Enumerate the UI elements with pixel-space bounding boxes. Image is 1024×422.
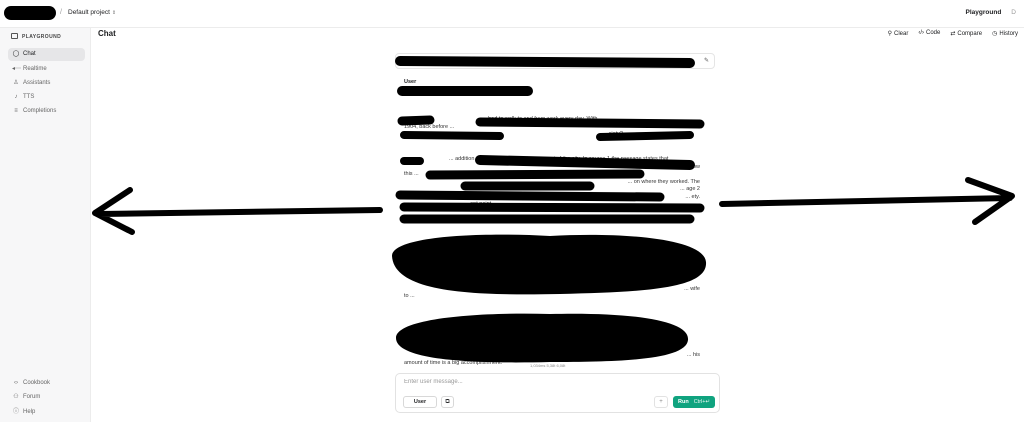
top-right-nav: Playground D bbox=[966, 9, 1016, 16]
sidebar-item-help[interactable]: ⓘ Help bbox=[8, 406, 85, 419]
sidebar-item-label: TTS bbox=[23, 94, 35, 100]
compare-icon: ⇄ bbox=[950, 31, 956, 37]
redacted-org-name[interactable] bbox=[4, 6, 56, 20]
text-fragment: 1904, back before ... bbox=[404, 123, 455, 130]
sidebar-item-label: Chat bbox=[23, 51, 36, 57]
sidebar: PLAYGROUND ◯ Chat ◂⋯ Realtime ♙ Assistants … bbox=[0, 28, 91, 422]
token-usage: 1,034ms 5,38t 6,08t bbox=[530, 363, 566, 368]
attach-icon: ⧉ bbox=[445, 399, 450, 405]
compare-label: Compare bbox=[957, 31, 983, 37]
message-composer: User ⧉ + Run Ctrl+↵ bbox=[395, 373, 720, 413]
sidebar-item-label: Cookbook bbox=[23, 380, 51, 386]
system-instructions-box[interactable]: ✎ bbox=[395, 53, 715, 69]
run-button[interactable]: Run Ctrl+↵ bbox=[673, 396, 715, 408]
top-bar: / Default project ⇕ Playground D bbox=[0, 0, 1024, 28]
text-fragment: ... addition of ... allowed people to mo… bbox=[449, 156, 669, 162]
sidebar-item-label: Help bbox=[23, 409, 36, 415]
text-fragment: ... wife bbox=[684, 285, 700, 292]
text-fragment: ... ent point. bbox=[464, 201, 493, 207]
header-actions: ⚲ Clear ‹/› Code ⇄ Compare ◷ History bbox=[888, 30, 1018, 37]
chevron-updown-icon: ⇕ bbox=[111, 10, 117, 16]
sidebar-item-label: Assistants bbox=[23, 80, 51, 86]
sidebar-item-chat[interactable]: ◯ Chat bbox=[8, 48, 85, 61]
code-button[interactable]: ‹/› Code bbox=[918, 30, 940, 37]
sidebar-heading: PLAYGROUND bbox=[11, 33, 61, 40]
text-fragment: ... low bbox=[685, 163, 700, 170]
chat-column: ✎ User ... had to walk to and from work … bbox=[395, 46, 722, 422]
sidebar-item-label: Forum bbox=[23, 394, 41, 400]
docs-link-truncated[interactable]: D bbox=[1011, 9, 1016, 16]
breadcrumb-separator: / bbox=[60, 9, 62, 16]
sidebar-item-forum[interactable]: ⚇ Forum bbox=[8, 391, 85, 404]
text-line: 1904, back before ... ... did this come … bbox=[404, 124, 700, 132]
sidebar-item-tts[interactable]: ♪ TTS bbox=[8, 91, 85, 104]
project-name: Default project bbox=[68, 9, 110, 16]
user-message-input[interactable] bbox=[404, 379, 704, 385]
text-fragment: ...ciety? bbox=[604, 131, 623, 137]
message-role-label[interactable]: User bbox=[404, 79, 416, 85]
text-fragment: to ... bbox=[404, 293, 415, 299]
message-paragraph-1[interactable]: ... had to walk to and from work every d… bbox=[404, 116, 700, 139]
code-label: Code bbox=[926, 30, 941, 36]
text-fragment: this ... bbox=[404, 171, 419, 177]
message-paragraph-3[interactable]: ... women ... women ... ... wife to ... bbox=[404, 240, 700, 301]
sidebar-toggle-icon[interactable] bbox=[11, 33, 18, 39]
run-label: Run bbox=[678, 399, 689, 405]
help-icon: ⓘ bbox=[12, 409, 19, 415]
edit-icon[interactable]: ✎ bbox=[704, 57, 709, 64]
text-fragment: ... women ... women ... bbox=[454, 240, 510, 246]
text-fragment: ... ety. bbox=[685, 193, 700, 200]
text-fragment: ... did this come to bbox=[655, 123, 700, 130]
forum-icon: ⚇ bbox=[13, 394, 19, 400]
text-fragment: ... had to walk to and from work every d… bbox=[482, 116, 604, 122]
clear-button[interactable]: ⚲ Clear bbox=[888, 30, 909, 37]
code-icon: ‹/› bbox=[918, 30, 925, 36]
sidebar-item-cookbook[interactable]: ‹› Cookbook bbox=[8, 377, 85, 390]
left-arrow bbox=[92, 187, 383, 235]
sidebar-item-completions[interactable]: ≡ Completions bbox=[8, 105, 85, 118]
history-icon: ◷ bbox=[992, 31, 998, 37]
role-toggle-button[interactable]: User bbox=[403, 396, 437, 408]
sidebar-item-realtime[interactable]: ◂⋯ Realtime bbox=[8, 63, 85, 76]
clear-label: Clear bbox=[894, 31, 909, 37]
compare-button[interactable]: ⇄ Compare bbox=[950, 30, 982, 37]
sidebar-item-label: Completions bbox=[23, 108, 57, 114]
sidebar-item-label: Realtime bbox=[23, 66, 47, 72]
microphone-icon: ♪ bbox=[14, 94, 18, 100]
sidebar-item-assistants[interactable]: ♙ Assistants bbox=[8, 77, 85, 90]
right-arrow bbox=[719, 177, 1015, 225]
history-button[interactable]: ◷ History bbox=[992, 30, 1018, 37]
broom-icon: ⚲ bbox=[887, 31, 892, 37]
code-icon: ‹› bbox=[14, 380, 18, 386]
playground-link[interactable]: Playground bbox=[966, 9, 1002, 16]
assistants-icon: ♙ bbox=[13, 80, 19, 86]
chat-icon: ◯ bbox=[12, 51, 20, 57]
completions-icon: ≡ bbox=[14, 108, 18, 114]
page-title: Chat bbox=[98, 29, 116, 38]
history-label: History bbox=[999, 31, 1018, 37]
run-shortcut: Ctrl+↵ bbox=[693, 399, 711, 405]
project-selector[interactable]: Default project ⇕ bbox=[68, 9, 116, 16]
attach-button[interactable]: ⧉ bbox=[441, 396, 454, 408]
realtime-icon: ◂⋯ bbox=[12, 66, 22, 72]
add-message-button[interactable]: + bbox=[654, 396, 668, 408]
text-fragment: ... his bbox=[686, 352, 700, 358]
text-fragment: ... age 2 bbox=[680, 186, 700, 192]
sidebar-heading-label: PLAYGROUND bbox=[22, 34, 62, 40]
text-fragment: ... on where they worked. The bbox=[627, 178, 700, 185]
message-paragraph-2[interactable]: ... addition of ... allowed people to mo… bbox=[404, 156, 700, 209]
